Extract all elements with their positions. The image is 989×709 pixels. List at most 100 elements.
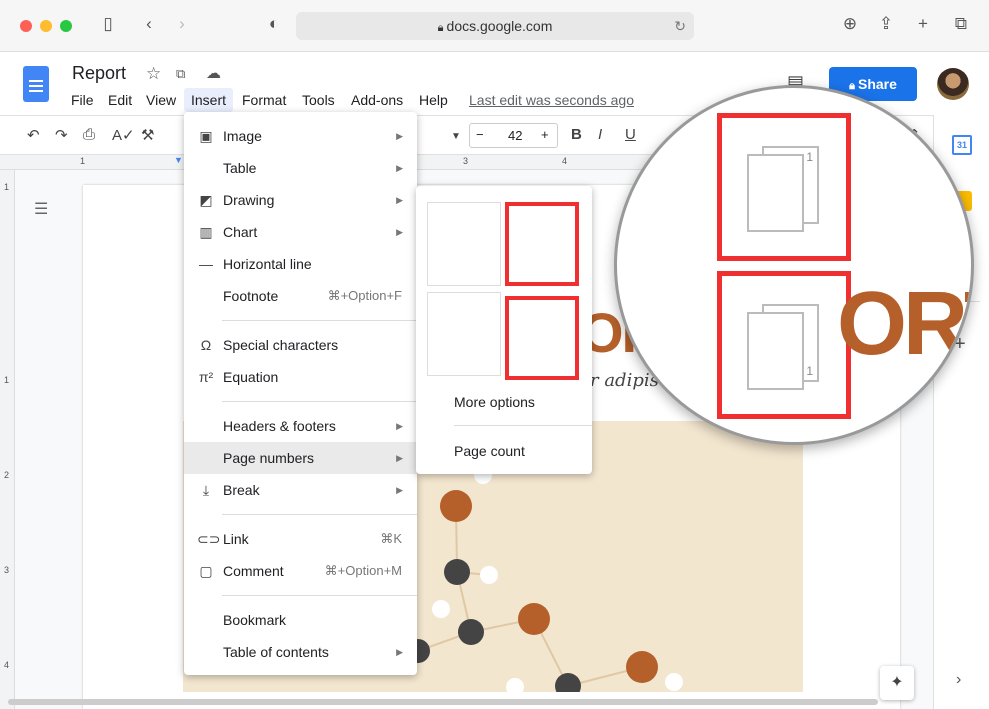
indent-marker-icon[interactable]: ▼: [174, 155, 183, 165]
image-icon: ▣: [199, 128, 213, 144]
page-number-label: 1: [806, 150, 813, 164]
menu-item-label: Footnote: [223, 288, 279, 304]
menu-divider: [222, 514, 417, 515]
decrease-font-icon[interactable]: −: [476, 127, 484, 142]
last-edit-link[interactable]: Last edit was seconds ago: [469, 92, 634, 108]
submenu-arrow-icon: ▶: [396, 647, 403, 657]
menu-item-headers-footers[interactable]: Headers & footers ▶: [184, 410, 417, 442]
document-title[interactable]: Report: [72, 63, 126, 84]
avatar[interactable]: [937, 68, 969, 100]
close-window-button[interactable]: [20, 20, 32, 32]
menu-item-label: Table: [223, 160, 257, 176]
menu-item-drawing[interactable]: ◩ Drawing ▶: [184, 184, 417, 216]
page-numbers-submenu: More options Page count: [416, 186, 592, 474]
font-size-value[interactable]: 42: [508, 128, 522, 143]
menu-item-chart[interactable]: ▥ Chart ▶: [184, 216, 417, 248]
paint-format-icon[interactable]: ⚒: [141, 126, 154, 144]
page-number-option-bottom-right-skip-first[interactable]: [505, 296, 579, 380]
atom: [555, 673, 581, 699]
menu-item-link[interactable]: ⊂⊃ Link ⌘K: [184, 523, 417, 555]
menu-format[interactable]: Format: [242, 92, 286, 108]
docs-logo-icon[interactable]: [23, 66, 49, 102]
menu-item-comment[interactable]: ▢ Comment ⌘+Option+M: [184, 555, 417, 587]
vertical-ruler[interactable]: 1 1 2 3 4: [0, 170, 15, 709]
lock-icon: 🔒︎: [437, 22, 447, 34]
menu-item-break[interactable]: ⤓ Break ▶: [184, 474, 417, 506]
address-bar[interactable]: 🔒︎ docs.google.com ↻: [296, 12, 694, 40]
magnified-option-top: 1: [717, 113, 851, 261]
menu-item-label: Comment: [223, 563, 284, 579]
shortcut-label: ⌘+Option+F: [327, 288, 402, 303]
horizontal-scrollbar[interactable]: [8, 699, 878, 705]
page-count-item[interactable]: Page count: [454, 443, 525, 459]
menu-item-horizontal-line[interactable]: — Horizontal line: [184, 248, 417, 280]
menu-insert[interactable]: Insert: [184, 88, 234, 112]
atom: [458, 619, 484, 645]
increase-font-icon[interactable]: +: [541, 127, 549, 142]
expand-panel-icon[interactable]: ›: [956, 671, 961, 689]
menu-item-equation[interactable]: π² Equation: [184, 361, 417, 393]
more-options-item[interactable]: More options: [454, 394, 535, 410]
menu-item-label: Bookmark: [223, 612, 287, 628]
menu-item-label: Special characters: [223, 337, 339, 353]
page-number-option-bottom-right-all[interactable]: [427, 292, 501, 376]
font-dropdown-icon[interactable]: ▼: [451, 131, 461, 142]
menu-item-image[interactable]: ▣ Image ▶: [184, 120, 417, 152]
bold-icon[interactable]: B: [571, 126, 582, 143]
back-icon[interactable]: ‹: [137, 14, 161, 34]
menu-edit[interactable]: Edit: [108, 92, 132, 108]
ruler-label: 2: [4, 470, 10, 480]
magnified-title-text: ORT: [837, 274, 971, 374]
explore-icon[interactable]: ✦: [880, 666, 914, 700]
omega-icon: Ω: [200, 337, 212, 353]
ruler-label: 3: [463, 156, 469, 166]
menu-item-label: Horizontal line: [223, 256, 312, 272]
horizontal-line-icon: —: [199, 256, 213, 272]
maximize-window-button[interactable]: [60, 20, 72, 32]
underline-icon[interactable]: U: [625, 126, 636, 143]
menu-item-bookmark[interactable]: Bookmark: [184, 604, 417, 636]
submenu-arrow-icon: ▶: [396, 131, 403, 141]
sidebar-toggle-icon[interactable]: ▯: [96, 14, 120, 34]
tabs-overview-icon[interactable]: ⧉: [949, 14, 973, 34]
atom: [444, 559, 470, 585]
outline-icon[interactable]: ☰: [34, 199, 48, 219]
magnifier-callout: 1 1 ORT: [614, 85, 974, 445]
divider: [454, 425, 592, 426]
forward-icon[interactable]: ›: [170, 14, 194, 34]
italic-icon[interactable]: I: [598, 126, 602, 143]
reload-icon[interactable]: ↻: [674, 12, 686, 40]
star-icon[interactable]: ☆: [146, 64, 161, 84]
ruler-label: 1: [4, 375, 10, 385]
menu-item-page-numbers[interactable]: Page numbers ▶: [184, 442, 417, 474]
menu-item-table-of-contents[interactable]: Table of contents ▶: [184, 636, 417, 668]
menu-item-special-characters[interactable]: Ω Special characters: [184, 329, 417, 361]
cloud-saved-icon[interactable]: ☁: [206, 64, 221, 82]
menu-file[interactable]: File: [71, 92, 94, 108]
new-tab-icon[interactable]: +: [911, 14, 935, 34]
download-icon[interactable]: ⊕: [838, 14, 862, 34]
menu-help[interactable]: Help: [419, 92, 448, 108]
submenu-arrow-icon: ▶: [396, 227, 403, 237]
minimize-window-button[interactable]: [40, 20, 52, 32]
shield-icon[interactable]: ◐: [262, 14, 286, 34]
menu-item-label: Drawing: [223, 192, 275, 208]
redo-icon[interactable]: ↷: [55, 126, 68, 144]
calendar-icon[interactable]: 31: [952, 135, 972, 155]
move-folder-icon[interactable]: ⧉: [176, 66, 185, 82]
page-number-option-top-right-all[interactable]: [427, 202, 501, 286]
page-number-option-top-right-skip-first[interactable]: [505, 202, 579, 286]
menu-item-label: Page numbers: [223, 450, 315, 466]
spellcheck-icon[interactable]: A✓: [112, 126, 135, 144]
menu-item-table[interactable]: Table ▶: [184, 152, 417, 184]
menu-tools[interactable]: Tools: [302, 92, 335, 108]
print-icon[interactable]: ⎙: [83, 126, 95, 143]
menu-addons[interactable]: Add-ons: [351, 92, 403, 108]
menu-item-label: Table of contents: [223, 644, 329, 660]
menu-item-footnote[interactable]: Footnote ⌘+Option+F: [184, 280, 417, 312]
share-sheet-icon[interactable]: ⇪: [874, 14, 898, 34]
menu-view[interactable]: View: [146, 92, 176, 108]
font-size-stepper[interactable]: − 42 +: [469, 123, 558, 148]
undo-icon[interactable]: ↶: [27, 126, 40, 144]
atom: [506, 678, 524, 696]
